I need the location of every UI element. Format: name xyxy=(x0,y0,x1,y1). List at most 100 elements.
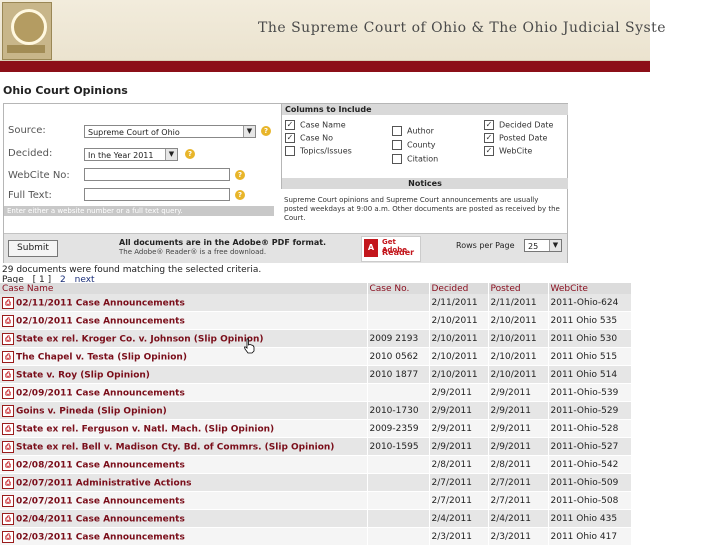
case-name-link[interactable]: ⎙ State ex rel. Ferguson v. Natl. Mach. (… xyxy=(0,419,368,438)
table-row: ⎙ 02/10/2011 Case Announcements 2/10/2011 2… xyxy=(0,311,632,330)
adobe-reader-link[interactable]: A Get Adobe Reader xyxy=(361,236,421,262)
columns-heading: Columns to Include xyxy=(282,104,568,115)
table-row: ⎙ State ex rel. Kroger Co. v. Johnson (Sl… xyxy=(0,329,632,348)
decided-cell: 2/10/2011 xyxy=(429,311,489,330)
case-name-link[interactable]: ⎙ 02/07/2011 Case Announcements xyxy=(0,491,368,510)
table-row: ⎙ State v. Roy (Slip Opinion) 2010 1877 2/1… xyxy=(0,365,632,384)
help-icon[interactable]: ? xyxy=(261,126,271,136)
case-no-cell: 2010 0562 xyxy=(367,347,430,366)
checkbox-webcite[interactable]: ✓ WebCite xyxy=(484,146,532,156)
pdf-icon: ⎙ xyxy=(2,458,14,471)
decided-cell: 2/3/2011 xyxy=(429,527,489,546)
checkbox-county[interactable]: County xyxy=(392,140,436,150)
posted-cell: 2/8/2011 xyxy=(488,455,549,474)
pdf-icon: ⎙ xyxy=(2,494,14,507)
search-hint: Enter either a website number or a full … xyxy=(4,206,274,216)
webcite-cell: 2011 Ohio 535 xyxy=(548,311,632,330)
case-name-link[interactable]: ⎙ 02/11/2011 Case Announcements xyxy=(0,294,368,312)
hand-cursor-icon xyxy=(243,338,255,354)
table-row: ⎙ 02/11/2011 Case Announcements 2/11/2011 2… xyxy=(0,294,632,312)
rows-per-page-select[interactable]: 25 ▼ xyxy=(524,239,562,252)
checkbox-decided-date[interactable]: ✓ Decided Date xyxy=(484,120,553,130)
table-row: ⎙ Goins v. Pineda (Slip Opinion) 2010-1730… xyxy=(0,401,632,420)
checkbox-author[interactable]: Author xyxy=(392,126,434,136)
search-panel: Source: Supreme Court of Ohio ▼ ? Decided… xyxy=(3,103,568,263)
case-name-link[interactable]: ⎙ 02/09/2011 Case Announcements xyxy=(0,383,368,402)
case-no-cell: 2010 1877 xyxy=(367,365,430,384)
table-row: ⎙ 02/07/2011 Administrative Actions 2/7/20… xyxy=(0,473,632,492)
case-no-cell xyxy=(367,473,430,492)
decided-cell: 2/4/2011 xyxy=(429,509,489,528)
checkbox-case-name[interactable]: ✓ Case Name xyxy=(285,120,346,130)
webcite-cell: 2011-Ohio-508 xyxy=(548,491,632,510)
submit-strip: Submit All documents are in the Adobe® P… xyxy=(4,233,567,263)
case-name-link[interactable]: ⎙ 02/10/2011 Case Announcements xyxy=(0,311,368,330)
source-label: Source: xyxy=(8,125,46,136)
adobe-icon: A xyxy=(364,239,378,257)
posted-cell: 2/9/2011 xyxy=(488,419,549,438)
table-row: ⎙ 02/09/2011 Case Announcements 2/9/2011 2/… xyxy=(0,383,632,402)
col-header-posted[interactable]: Posted xyxy=(488,283,549,294)
fulltext-input[interactable] xyxy=(84,188,230,201)
pdf-icon: ⎙ xyxy=(2,530,14,543)
decided-cell: 2/11/2011 xyxy=(429,294,489,312)
col-header-webcite[interactable]: WebCite xyxy=(548,283,632,294)
case-name-link[interactable]: ⎙ State ex rel. Bell v. Madison Cty. Bd. … xyxy=(0,437,368,456)
pdf-icon: ⎙ xyxy=(2,476,14,489)
case-name-link[interactable]: ⎙ State v. Roy (Slip Opinion) xyxy=(0,365,368,384)
posted-cell: 2/9/2011 xyxy=(488,437,549,456)
decided-cell: 2/9/2011 xyxy=(429,437,489,456)
case-name-link[interactable]: ⎙ State ex rel. Kroger Co. v. Johnson (Sl… xyxy=(0,329,368,348)
posted-cell: 2/10/2011 xyxy=(488,347,549,366)
submit-button[interactable]: Submit xyxy=(8,240,58,257)
webcite-cell: 2011-Ohio-529 xyxy=(548,401,632,420)
webcite-cell: 2011-Ohio-527 xyxy=(548,437,632,456)
case-no-cell xyxy=(367,311,430,330)
case-name-link[interactable]: ⎙ 02/08/2011 Case Announcements xyxy=(0,455,368,474)
decided-cell: 2/10/2011 xyxy=(429,329,489,348)
case-name-link[interactable]: ⎙ 02/04/2011 Case Announcements xyxy=(0,509,368,528)
chevron-down-icon: ▼ xyxy=(549,240,561,251)
help-icon[interactable]: ? xyxy=(235,190,245,200)
help-icon[interactable]: ? xyxy=(235,170,245,180)
table-row: ⎙ 02/03/2011 Case Announcements 2/3/2011 2/… xyxy=(0,527,632,546)
webcite-cell: 2011-Ohio-509 xyxy=(548,473,632,492)
case-no-cell: 2009 2193 xyxy=(367,329,430,348)
case-name-link[interactable]: ⎙ The Chapel v. Testa (Slip Opinion) xyxy=(0,347,368,366)
checkbox-citation[interactable]: Citation xyxy=(392,154,438,164)
posted-cell: 2/10/2011 xyxy=(488,365,549,384)
pdf-icon: ⎙ xyxy=(2,332,14,345)
posted-cell: 2/10/2011 xyxy=(488,329,549,348)
webcite-input[interactable] xyxy=(84,168,230,181)
pdf-icon: ⎙ xyxy=(2,422,14,435)
decided-cell: 2/10/2011 xyxy=(429,347,489,366)
help-icon[interactable]: ? xyxy=(185,149,195,159)
pdf-icon: ⎙ xyxy=(2,386,14,399)
case-name-link[interactable]: ⎙ 02/03/2011 Case Announcements xyxy=(0,527,368,546)
col-header-case-name[interactable]: Case Name xyxy=(0,283,368,294)
webcite-cell: 2011-Ohio-542 xyxy=(548,455,632,474)
reader-download-note: The Adobe® Reader® is a free download. xyxy=(119,248,267,256)
checkbox-topics[interactable]: Topics/Issues xyxy=(285,146,352,156)
columns-to-include: Columns to Include ✓ Case Name ✓ Case No T… xyxy=(281,104,568,188)
results-table: Case Name Case No. Decided Posted WebCit… xyxy=(0,283,632,546)
posted-cell: 2/10/2011 xyxy=(488,311,549,330)
case-no-cell xyxy=(367,383,430,402)
col-header-decided[interactable]: Decided xyxy=(429,283,489,294)
decided-select[interactable]: In the Year 2011 ▼ xyxy=(84,148,178,161)
checkbox-posted-date[interactable]: ✓ Posted Date xyxy=(484,133,547,143)
results-count: 29 documents were found matching the sel… xyxy=(2,265,262,275)
chevron-down-icon: ▼ xyxy=(165,149,177,160)
chevron-down-icon: ▼ xyxy=(243,126,255,137)
case-no-cell xyxy=(367,491,430,510)
case-name-link[interactable]: ⎙ Goins v. Pineda (Slip Opinion) xyxy=(0,401,368,420)
decided-cell: 2/9/2011 xyxy=(429,419,489,438)
col-header-case-no[interactable]: Case No. xyxy=(367,283,430,294)
table-row: ⎙ State ex rel. Ferguson v. Natl. Mach. (… xyxy=(0,419,632,438)
posted-cell: 2/7/2011 xyxy=(488,491,549,510)
posted-cell: 2/9/2011 xyxy=(488,401,549,420)
case-no-cell xyxy=(367,455,430,474)
source-select[interactable]: Supreme Court of Ohio ▼ xyxy=(84,125,256,138)
case-name-link[interactable]: ⎙ 02/07/2011 Administrative Actions xyxy=(0,473,368,492)
checkbox-case-no[interactable]: ✓ Case No xyxy=(285,133,333,143)
